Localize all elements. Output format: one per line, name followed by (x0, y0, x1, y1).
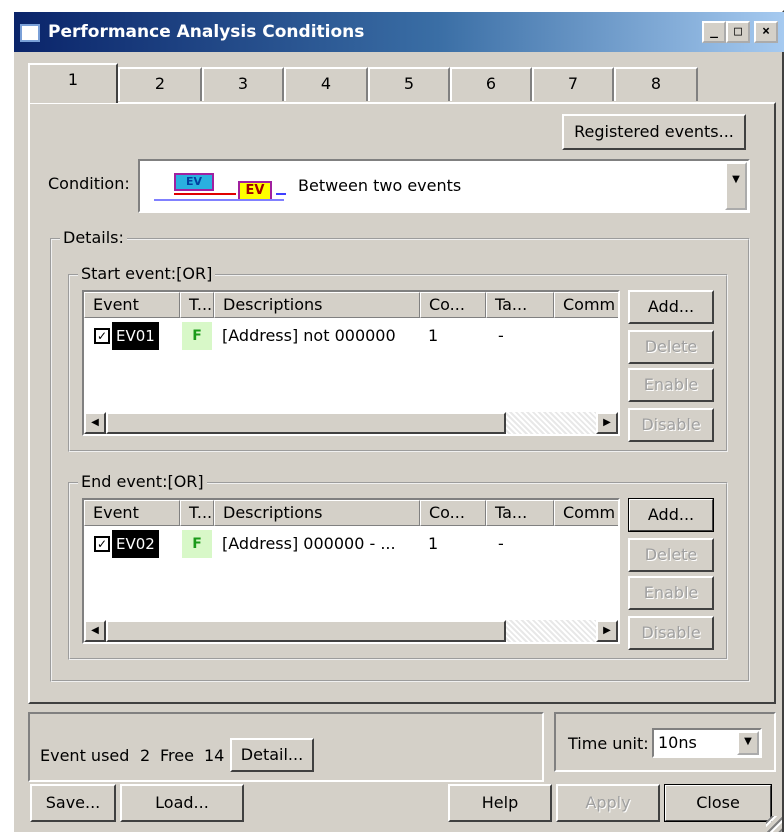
col-header-count[interactable]: Co... (420, 500, 486, 526)
app-icon (20, 24, 40, 42)
end-enable-button[interactable]: Enable (628, 576, 714, 610)
end-event-table[interactable]: Event T... Descriptions Co... Ta... Comm… (82, 498, 620, 644)
minimize-button[interactable]: _ (702, 21, 726, 43)
tab-3[interactable]: 3 (202, 67, 284, 101)
event-target: - (498, 326, 504, 345)
start-event-label: Start event:[OR] (78, 264, 216, 283)
tab-1[interactable]: 1 (28, 63, 118, 103)
tab-5[interactable]: 5 (368, 67, 450, 101)
window-title: Performance Analysis Conditions (48, 22, 365, 42)
event-checkbox[interactable]: ✓ (94, 536, 110, 552)
event-description: [Address] 000000 - ... (222, 534, 396, 553)
col-header-count[interactable]: Co... (420, 292, 486, 318)
start-enable-button[interactable]: Enable (628, 368, 714, 402)
detail-button[interactable]: Detail... (230, 738, 314, 772)
event-description: [Address] not 000000 (222, 326, 396, 345)
scroll-right-icon[interactable]: ▶ (596, 620, 618, 642)
scroll-left-icon[interactable]: ◀ (84, 412, 106, 434)
tab-6[interactable]: 6 (450, 67, 532, 101)
event-id: EV02 (112, 530, 159, 558)
free-label: Free (160, 746, 194, 765)
end-event-label: End event:[OR] (78, 472, 207, 491)
apply-button[interactable]: Apply (556, 784, 660, 822)
condition-label: Condition: (48, 174, 130, 193)
col-header-event[interactable]: Event (84, 292, 180, 318)
chevron-down-icon[interactable]: ▼ (737, 731, 759, 755)
scroll-thumb[interactable] (106, 412, 506, 434)
col-header-comment[interactable]: Comm (554, 292, 618, 318)
start-delete-button[interactable]: Delete (628, 330, 714, 364)
scroll-thumb[interactable] (106, 620, 506, 642)
condition-select[interactable]: EV EV Between two events ▼ (138, 159, 750, 213)
end-disable-button[interactable]: Disable (628, 616, 714, 650)
end-add-button[interactable]: Add... (628, 498, 714, 532)
tab-7[interactable]: 7 (532, 67, 614, 101)
chevron-down-icon[interactable]: ▼ (725, 162, 747, 210)
scroll-right-icon[interactable]: ▶ (596, 412, 618, 434)
event-target: - (498, 534, 504, 553)
horizontal-scrollbar[interactable]: ◀ ▶ (84, 412, 618, 434)
registered-events-button[interactable]: Registered events... (562, 114, 746, 150)
condition-value: Between two events (298, 176, 462, 195)
dialog-window: Performance Analysis Conditions _ □ × 1 … (12, 10, 784, 832)
start-event-table[interactable]: Event T... Descriptions Co... Ta... Comm… (82, 290, 620, 436)
col-header-target[interactable]: Ta... (486, 500, 554, 526)
time-unit-value: 10ns (658, 733, 697, 752)
event-used-count: 2 (140, 746, 151, 765)
close-button[interactable]: Close (664, 784, 772, 822)
col-header-descriptions[interactable]: Descriptions (214, 292, 420, 318)
time-unit-select[interactable]: 10ns ▼ (652, 728, 762, 758)
col-header-target[interactable]: Ta... (486, 292, 554, 318)
col-header-comment[interactable]: Comm (554, 500, 618, 526)
end-delete-button[interactable]: Delete (628, 538, 714, 572)
tab-8[interactable]: 8 (614, 67, 698, 101)
load-button[interactable]: Load... (120, 784, 244, 822)
resize-grip-icon[interactable] (766, 816, 782, 832)
time-unit-panel: Time unit: 10ns ▼ (554, 712, 776, 772)
event-id: EV01 (112, 322, 159, 350)
event-used-label: Event used (40, 746, 130, 765)
help-button[interactable]: Help (448, 784, 552, 822)
event-type: F (182, 530, 212, 558)
event-count: 1 (428, 326, 439, 345)
start-disable-button[interactable]: Disable (628, 408, 714, 442)
scroll-left-icon[interactable]: ◀ (84, 620, 106, 642)
col-header-type[interactable]: T... (180, 292, 214, 318)
start-add-button[interactable]: Add... (628, 290, 714, 324)
between-events-icon: EV EV (154, 171, 286, 203)
close-window-button[interactable]: × (754, 21, 778, 43)
details-label: Details: (60, 228, 127, 247)
horizontal-scrollbar[interactable]: ◀ ▶ (84, 620, 618, 642)
time-unit-label: Time unit: (568, 734, 649, 753)
tab-2[interactable]: 2 (118, 67, 202, 101)
col-header-type[interactable]: T... (180, 500, 214, 526)
event-type: F (182, 322, 212, 350)
maximize-button[interactable]: □ (726, 21, 750, 43)
event-checkbox[interactable]: ✓ (94, 328, 110, 344)
event-usage-panel: Event used 2 Free 14 Detail... (28, 712, 544, 782)
col-header-event[interactable]: Event (84, 500, 180, 526)
free-count: 14 (204, 746, 225, 765)
col-header-descriptions[interactable]: Descriptions (214, 500, 420, 526)
save-button[interactable]: Save... (30, 784, 116, 822)
event-count: 1 (428, 534, 439, 553)
title-bar[interactable]: Performance Analysis Conditions _ □ × (14, 12, 784, 52)
tab-4[interactable]: 4 (284, 67, 368, 101)
